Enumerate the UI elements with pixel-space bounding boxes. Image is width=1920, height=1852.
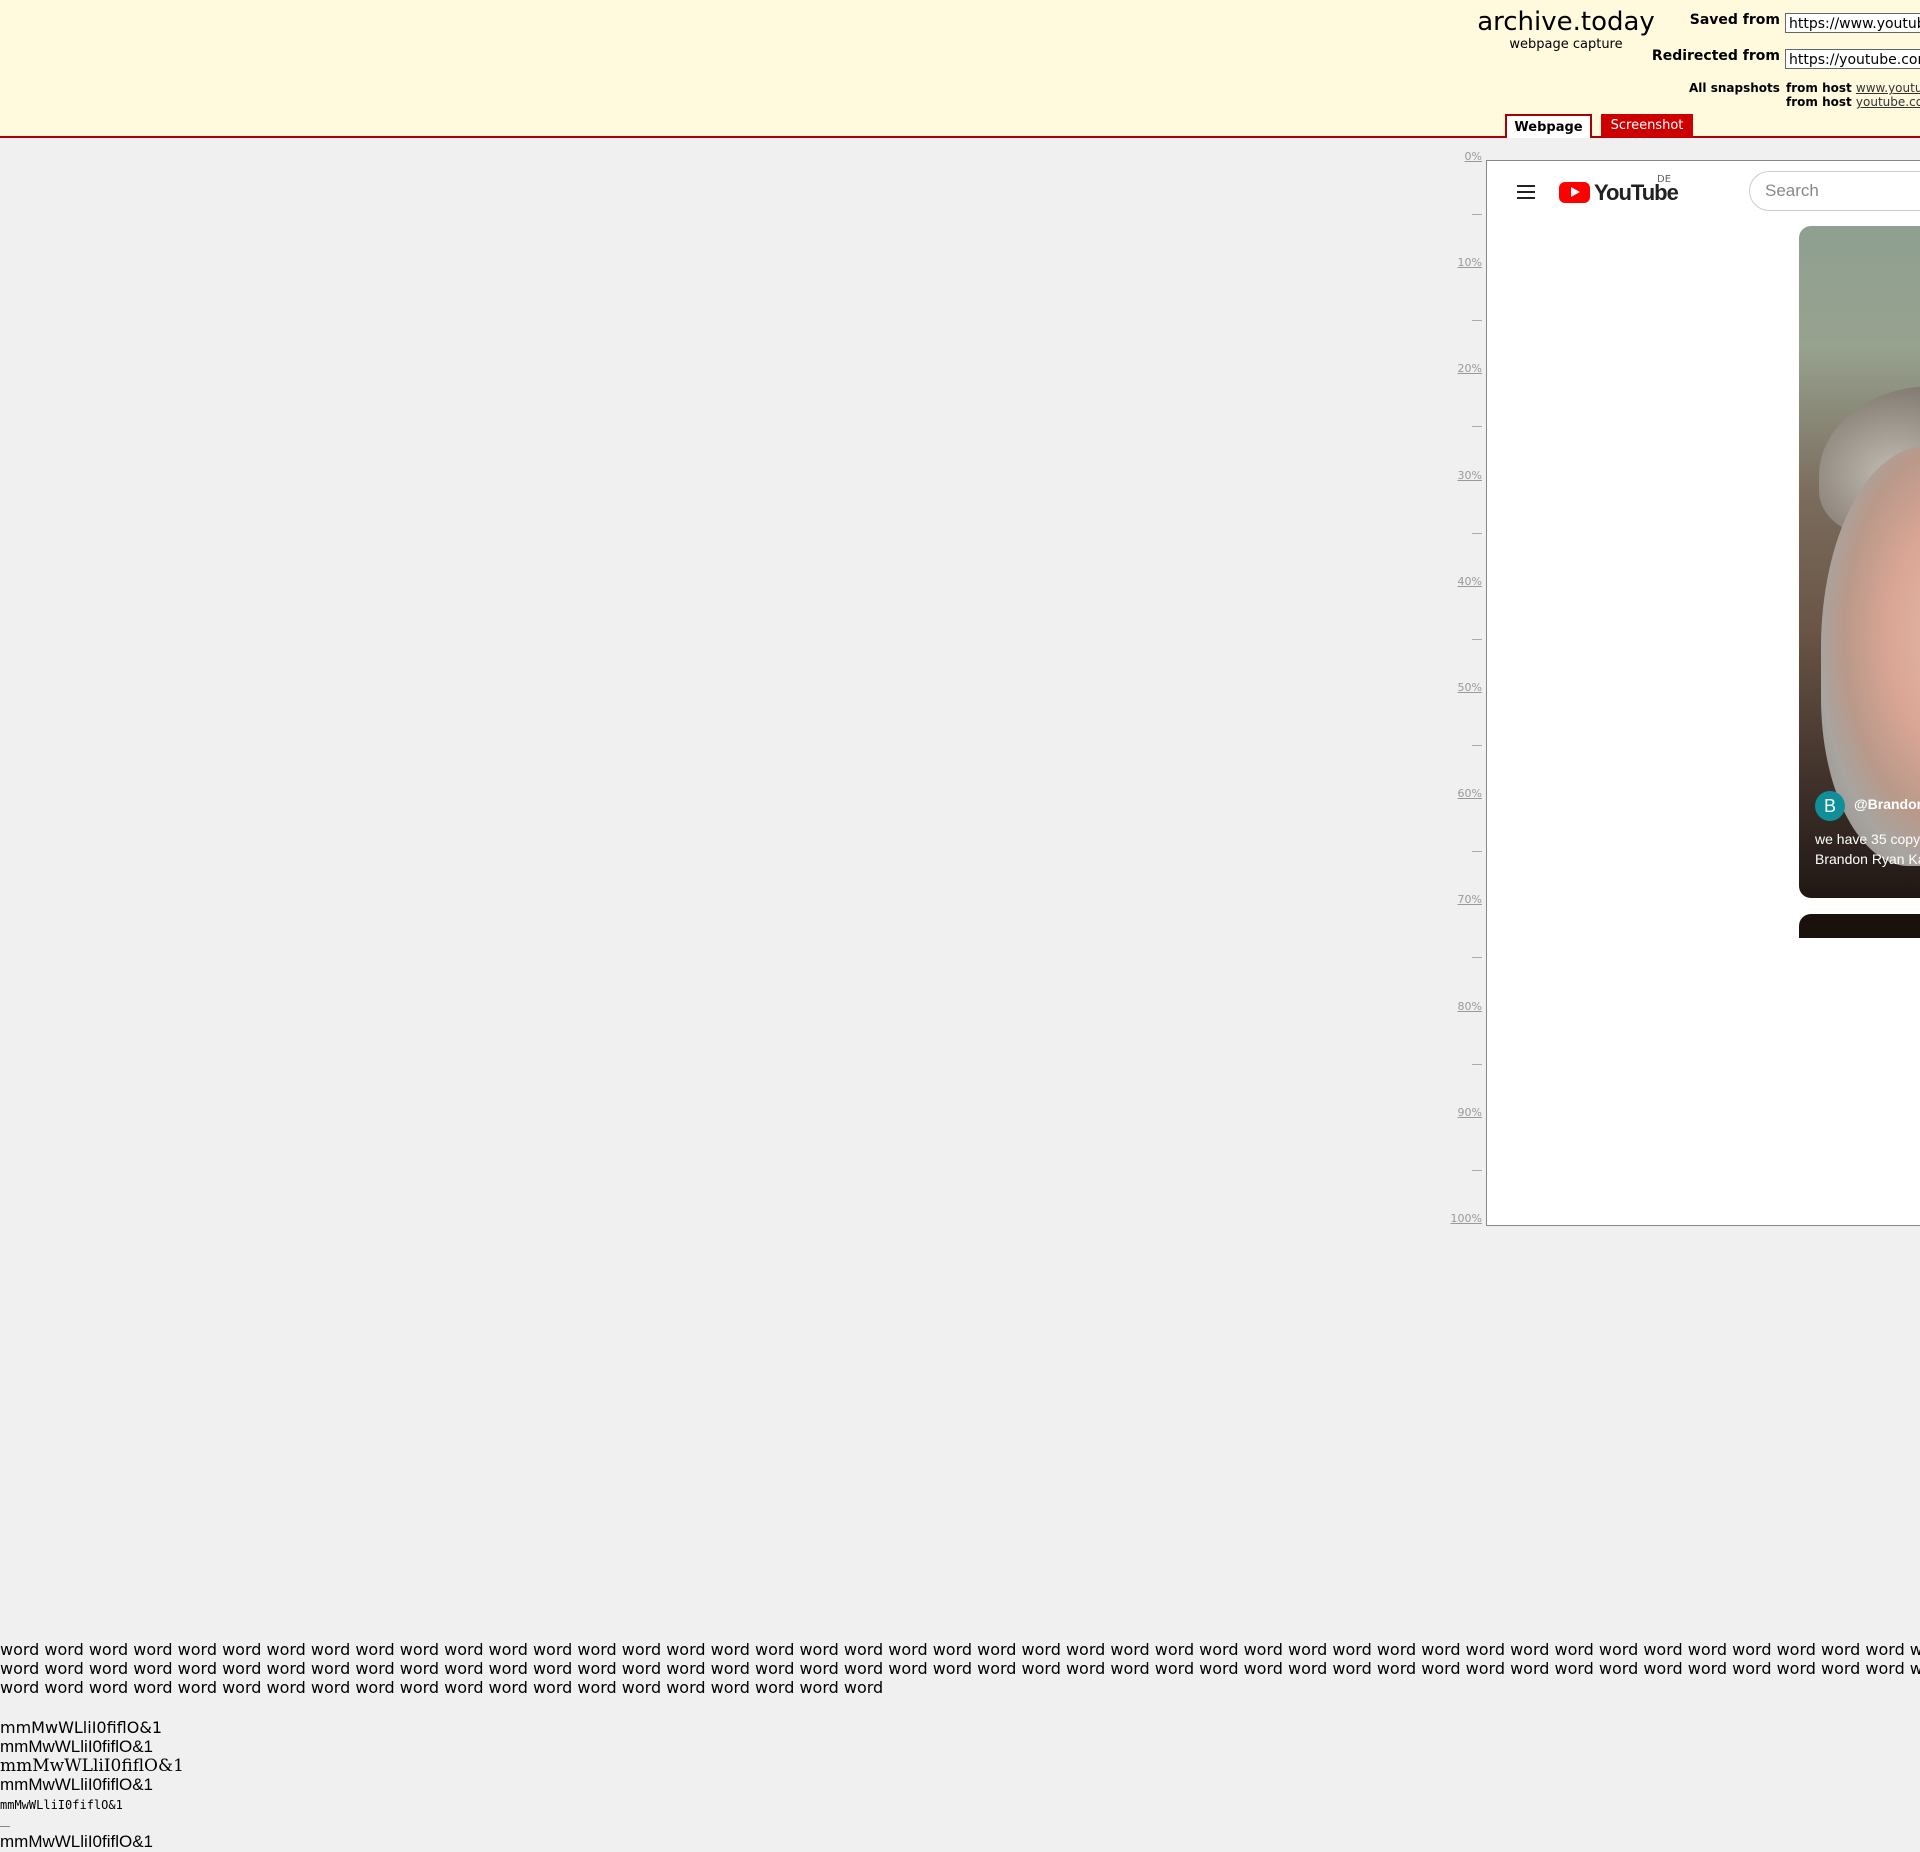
font-specimen-serif: mmMwWLliI0fiflO&1: [0, 1756, 184, 1776]
ruler-tick: [1472, 1170, 1482, 1171]
ruler-mark-80[interactable]: 80%: [1458, 1000, 1482, 1013]
all-snapshots-label: All snapshots: [1689, 81, 1780, 95]
ruler-tick: [1472, 214, 1482, 215]
font-specimen-last: mmMwWLliI0fiflO&1: [0, 1832, 154, 1851]
video-caption-line: we have 35 copyr: [1815, 831, 1920, 847]
saved-from-label: Saved from: [1689, 12, 1780, 28]
saved-from-field[interactable]: https://www.youtube: [1785, 13, 1920, 33]
word-line: word word word word word word word word …: [0, 1678, 884, 1697]
channel-avatar[interactable]: B: [1815, 791, 1845, 821]
ruler-tick: [1472, 533, 1482, 534]
redirected-from-label: Redirected from: [1651, 48, 1780, 64]
word-line: word word word word word word word word …: [0, 1640, 1920, 1659]
ruler-tick: [1472, 639, 1482, 640]
ruler-tick: [1472, 1064, 1482, 1065]
site-name[interactable]: archive.today: [1477, 7, 1655, 37]
ruler-mark-60[interactable]: 60%: [1458, 787, 1482, 800]
font-specimen-sans-2: mmMwWLliI0fiflO&1: [0, 1775, 154, 1794]
from-host-label: from host: [1786, 81, 1852, 95]
region-code: DE: [1657, 174, 1672, 185]
font-specimen-sans: mmMwWLliI0fiflO&1: [0, 1718, 162, 1737]
tab-webpage[interactable]: Webpage: [1505, 114, 1592, 138]
word-line: word word word word word word word word …: [0, 1659, 1920, 1678]
ruler-mark-20[interactable]: 20%: [1458, 362, 1482, 375]
host-link-youtube[interactable]: youtube.co: [1856, 95, 1920, 109]
word-test-block: word word word word word word word word …: [0, 1640, 1920, 1697]
snapshots-host-row-1: from host www.youtu: [1786, 81, 1920, 95]
ruler-mark-90[interactable]: 90%: [1458, 1106, 1482, 1119]
ruler-tick: [1472, 851, 1482, 852]
ruler-mark-50[interactable]: 50%: [1458, 681, 1482, 694]
archive-header: archive.today webpage capture Saved from…: [0, 0, 1920, 138]
ruler-mark-70[interactable]: 70%: [1458, 893, 1482, 906]
ruler-tick: [1472, 320, 1482, 321]
specimen-divider: [0, 1826, 10, 1827]
short-video-card[interactable]: B @Brandon we have 35 copyr Brandon Ryan…: [1799, 226, 1920, 898]
tab-screenshot[interactable]: Screenshot: [1601, 114, 1693, 138]
ruler-tick: [1472, 745, 1482, 746]
ruler-mark-10[interactable]: 10%: [1458, 256, 1482, 269]
host-link-www-youtube[interactable]: www.youtu: [1856, 81, 1920, 95]
from-host-label: from host: [1786, 95, 1852, 109]
video-caption-line: Brandon Ryan Ka: [1815, 851, 1920, 867]
archive-logo[interactable]: archive.today webpage capture: [1470, 6, 1662, 52]
youtube-play-icon: [1559, 182, 1590, 203]
ruler-mark-30[interactable]: 30%: [1458, 469, 1482, 482]
ruler-mark-100[interactable]: 100%: [1451, 1212, 1482, 1225]
site-tagline: webpage capture: [1509, 37, 1623, 52]
ruler-tick: [1472, 957, 1482, 958]
ruler-tick: [1472, 426, 1482, 427]
menu-icon[interactable]: [1515, 181, 1537, 203]
search-input[interactable]: Search: [1749, 171, 1920, 211]
font-specimen-liberation-sans: mmMwWLliI0fiflO&1: [0, 1737, 154, 1756]
font-specimen-mono: mmMwWLliI0fiflO&1: [0, 1798, 123, 1812]
ruler-mark-40[interactable]: 40%: [1458, 575, 1482, 588]
short-video-card-next[interactable]: [1799, 914, 1920, 938]
channel-handle[interactable]: @Brandon: [1854, 796, 1920, 812]
redirected-from-field[interactable]: https://youtube.com: [1785, 49, 1920, 69]
snapshots-host-row-2: from host youtube.co: [1786, 95, 1920, 109]
ruler-mark-0[interactable]: 0%: [1465, 150, 1482, 163]
captured-page-frame: YouTube DE Search B @Brandon we have 35 …: [1486, 160, 1920, 1226]
